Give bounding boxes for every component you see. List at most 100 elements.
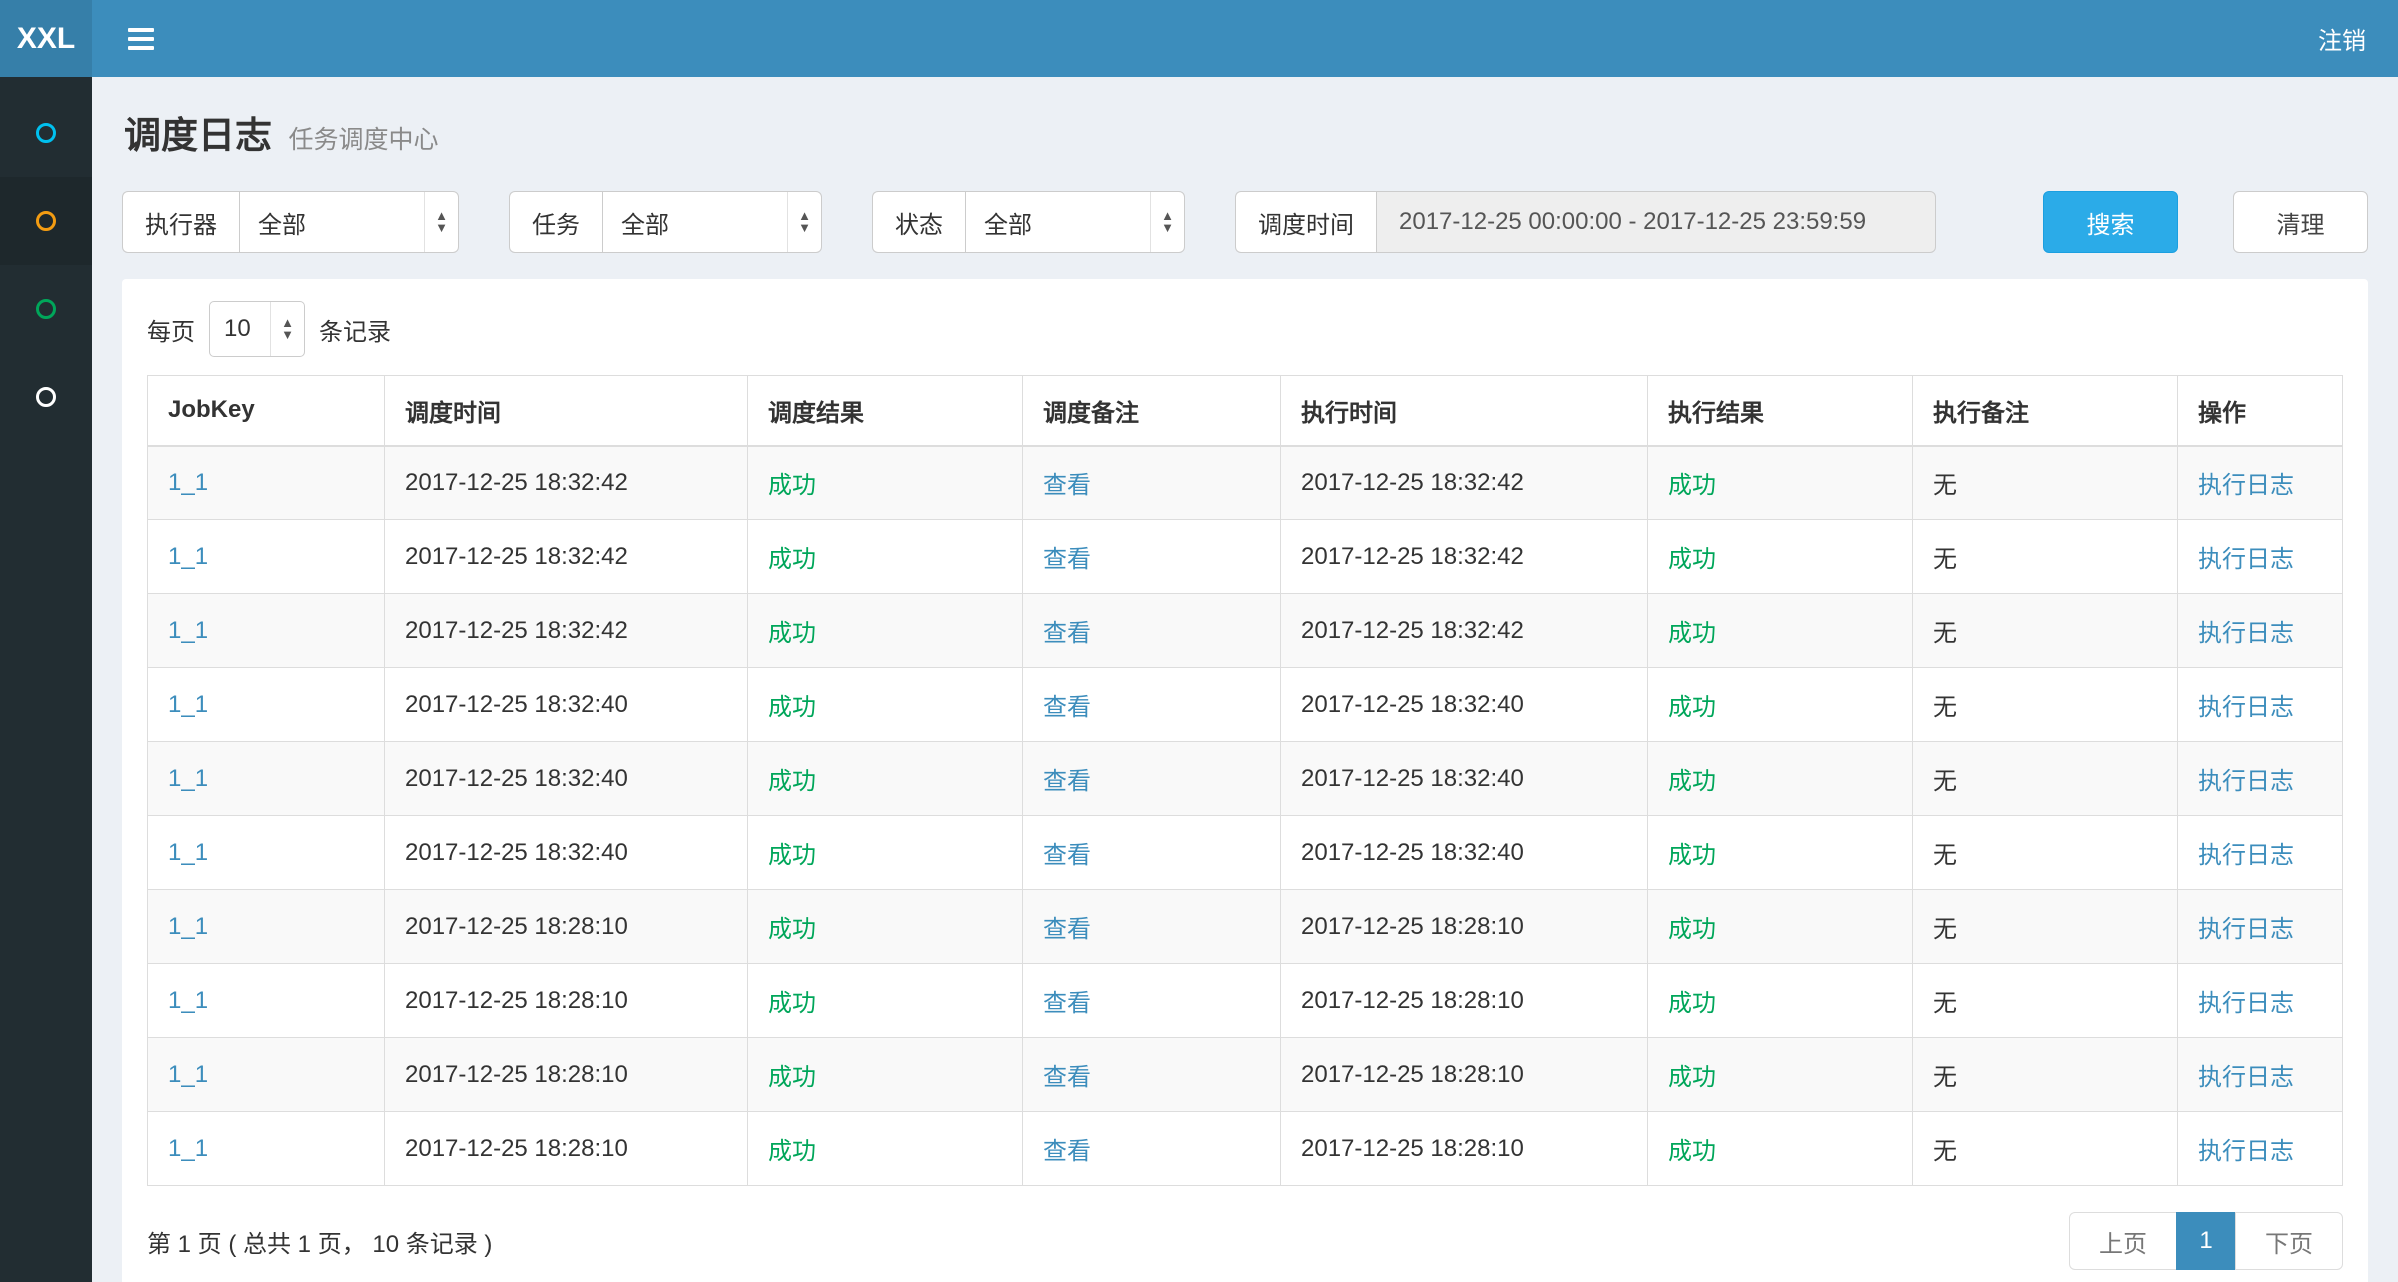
trigger-msg-link[interactable]: 查看 [1043,842,1091,869]
execution-log-link[interactable]: 执行日志 [2198,842,2294,869]
job-key-link[interactable]: 1_1 [168,913,208,940]
handle-msg-cell: 无 [1913,520,2178,594]
trigger-msg-link[interactable]: 查看 [1043,1064,1091,1091]
execution-log-link[interactable]: 执行日志 [2198,1138,2294,1165]
handle-time-cell: 2017-12-25 18:32:42 [1281,594,1648,668]
trigger-time-cell: 2017-12-25 18:32:42 [385,520,748,594]
execution-log-link[interactable]: 执行日志 [2198,916,2294,943]
handle-time-text: 2017-12-25 18:32:40 [1301,691,1524,718]
job-key-cell: 1_1 [148,594,385,668]
handle-time-cell: 2017-12-25 18:28:10 [1281,1112,1648,1186]
trigger-result-cell: 成功 [748,1112,1023,1186]
trigger-msg-link[interactable]: 查看 [1043,990,1091,1017]
sidebar-toggle-button[interactable] [124,22,158,56]
status-select[interactable]: 全部 ▲▼ [965,191,1185,253]
trigger-result-cell: 成功 [748,1038,1023,1112]
page-title: 调度日志 [124,115,272,156]
sidebar-item[interactable] [0,265,92,353]
log-table-row: 1_12017-12-25 18:28:10成功查看2017-12-25 18:… [148,1038,2343,1112]
handle-time-text: 2017-12-25 18:28:10 [1301,1061,1524,1088]
handle-result-text: 成功 [1668,916,1716,943]
job-key-cell: 1_1 [148,816,385,890]
select-stepper-arrows-icon: ▲▼ [270,302,304,356]
handle-result-text: 成功 [1668,546,1716,573]
execution-log-link[interactable]: 执行日志 [2198,1064,2294,1091]
trigger-msg-cell: 查看 [1023,446,1281,520]
column-header-trigger-result: 调度结果 [748,376,1023,446]
executor-select[interactable]: 全部 ▲▼ [239,191,459,253]
log-table-row: 1_12017-12-25 18:32:42成功查看2017-12-25 18:… [148,594,2343,668]
column-header-handle-time: 执行时间 [1281,376,1648,446]
job-key-link[interactable]: 1_1 [168,1135,208,1162]
trigger-msg-link[interactable]: 查看 [1043,472,1091,499]
trigger-msg-link[interactable]: 查看 [1043,694,1091,721]
job-key-link[interactable]: 1_1 [168,987,208,1014]
execution-log-link[interactable]: 执行日志 [2198,472,2294,499]
trigger-result-text: 成功 [768,694,816,721]
execution-log-link[interactable]: 执行日志 [2198,694,2294,721]
handle-time-cell: 2017-12-25 18:32:40 [1281,668,1648,742]
log-table-row: 1_12017-12-25 18:28:10成功查看2017-12-25 18:… [148,890,2343,964]
handle-time-text: 2017-12-25 18:28:10 [1301,913,1524,940]
handle-result-cell: 成功 [1648,816,1913,890]
trigger-msg-link[interactable]: 查看 [1043,768,1091,795]
job-key-link[interactable]: 1_1 [168,1061,208,1088]
job-key-link[interactable]: 1_1 [168,469,208,496]
job-select[interactable]: 全部 ▲▼ [602,191,822,253]
circle-outline-icon [36,299,56,319]
page-1-button[interactable]: 1 [2176,1212,2236,1270]
job-key-cell: 1_1 [148,446,385,520]
sidebar-item[interactable] [0,89,92,177]
handle-result-cell: 成功 [1648,446,1913,520]
circle-outline-icon [36,211,56,231]
trigger-msg-link[interactable]: 查看 [1043,620,1091,647]
handle-time-cell: 2017-12-25 18:32:40 [1281,816,1648,890]
trigger-msg-link[interactable]: 查看 [1043,916,1091,943]
clear-button[interactable]: 清理 [2233,191,2368,253]
handle-msg-cell: 无 [1913,594,2178,668]
trigger-time-text: 2017-12-25 18:28:10 [405,987,628,1014]
handle-msg-text: 无 [1933,1064,1957,1091]
page-size-prefix: 每页 [147,312,195,347]
trigger-result-cell: 成功 [748,816,1023,890]
trigger-result-text: 成功 [768,990,816,1017]
handle-result-cell: 成功 [1648,668,1913,742]
trigger-time-cell: 2017-12-25 18:32:40 [385,816,748,890]
handle-result-text: 成功 [1668,990,1716,1017]
job-filter-group: 任务 全部 ▲▼ [509,191,822,253]
next-page-button[interactable]: 下页 [2235,1212,2343,1270]
handle-time-cell: 2017-12-25 18:28:10 [1281,964,1648,1038]
page-size-suffix: 条记录 [319,312,391,347]
executor-filter-label: 执行器 [122,191,239,253]
trigger-time-cell: 2017-12-25 18:32:40 [385,742,748,816]
job-key-link[interactable]: 1_1 [168,839,208,866]
handle-msg-text: 无 [1933,620,1957,647]
search-button[interactable]: 搜索 [2043,191,2178,253]
trigger-time-text: 2017-12-25 18:28:10 [405,1135,628,1162]
column-header-handle-msg: 执行备注 [1913,376,2178,446]
page-size-select[interactable]: 10 ▲▼ [209,301,305,357]
prev-page-button[interactable]: 上页 [2069,1212,2177,1270]
job-key-link[interactable]: 1_1 [168,691,208,718]
job-key-link[interactable]: 1_1 [168,765,208,792]
trigger-msg-link[interactable]: 查看 [1043,1138,1091,1165]
logout-link[interactable]: 注销 [2318,21,2366,56]
execution-log-link[interactable]: 执行日志 [2198,990,2294,1017]
column-header-trigger-msg: 调度备注 [1023,376,1281,446]
handle-time-text: 2017-12-25 18:28:10 [1301,1135,1524,1162]
handle-result-cell: 成功 [1648,964,1913,1038]
job-key-link[interactable]: 1_1 [168,543,208,570]
log-table-header-row: JobKey调度时间调度结果调度备注执行时间执行结果执行备注操作 [148,376,2343,446]
job-key-cell: 1_1 [148,1038,385,1112]
trigger-msg-link[interactable]: 查看 [1043,546,1091,573]
trigger-time-range-input[interactable]: 2017-12-25 00:00:00 - 2017-12-25 23:59:5… [1376,191,1936,253]
handle-time-cell: 2017-12-25 18:32:42 [1281,520,1648,594]
execution-log-link[interactable]: 执行日志 [2198,768,2294,795]
execution-log-link[interactable]: 执行日志 [2198,620,2294,647]
job-key-link[interactable]: 1_1 [168,617,208,644]
sidebar-item[interactable] [0,353,92,441]
sidebar-item[interactable] [0,177,92,265]
app-logo[interactable]: XXL [0,0,92,77]
execution-log-link[interactable]: 执行日志 [2198,546,2294,573]
trigger-time-text: 2017-12-25 18:32:42 [405,543,628,570]
